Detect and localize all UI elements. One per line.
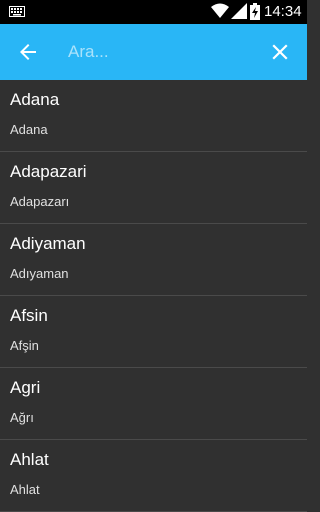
keyboard-icon (9, 6, 25, 17)
item-title: Adana (10, 90, 60, 109)
battery-charging-icon (250, 3, 260, 20)
item-title: Adiyaman (10, 234, 86, 253)
signal-icon (231, 3, 247, 19)
clear-search-button[interactable] (262, 30, 298, 74)
status-time: 14:34 (264, 3, 302, 20)
close-icon (272, 44, 288, 60)
list-item[interactable]: Adapazari Adapazarı (0, 152, 307, 224)
back-button[interactable] (8, 30, 48, 74)
results-list: Adana Adana Adapazari Adapazarı Adiyaman… (0, 80, 307, 512)
item-title: Afsin (10, 306, 48, 325)
status-bar: 14:34 (0, 0, 307, 24)
item-subtitle: Adana (10, 122, 48, 137)
list-item[interactable]: Adiyaman Adıyaman (0, 224, 307, 296)
list-item[interactable]: Adana Adana (0, 80, 307, 152)
wifi-icon (211, 3, 229, 18)
item-title: Agri (10, 378, 41, 397)
item-subtitle: Adıyaman (10, 266, 69, 281)
list-item[interactable]: Ahlat Ahlat (0, 440, 307, 512)
item-title: Adapazari (10, 162, 87, 181)
search-toolbar (0, 24, 307, 80)
list-item[interactable]: Agri Ağrı (0, 368, 307, 440)
item-subtitle: Ağrı (10, 410, 34, 425)
list-item[interactable]: Afsin Afşin (0, 296, 307, 368)
item-subtitle: Adapazarı (10, 194, 70, 209)
item-title: Ahlat (10, 450, 49, 469)
arrow-back-icon (20, 44, 36, 60)
item-subtitle: Afşin (10, 338, 39, 353)
item-subtitle: Ahlat (10, 482, 40, 497)
search-input[interactable] (68, 38, 248, 66)
